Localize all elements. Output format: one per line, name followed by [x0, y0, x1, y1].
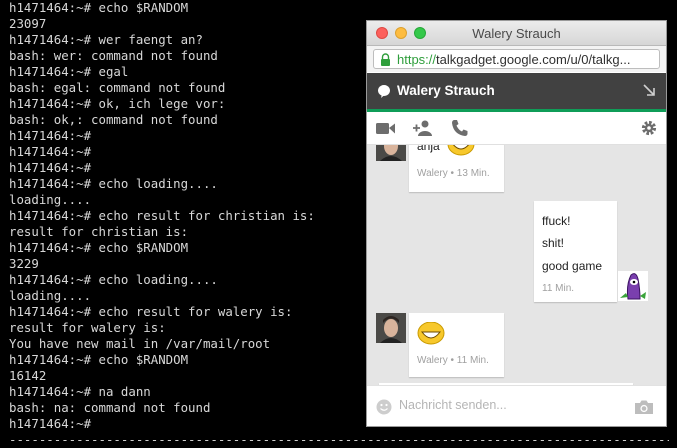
- message-text: good game: [542, 259, 603, 273]
- message-meta: 11 Min.: [542, 283, 575, 294]
- message-bubble-own: ffuck! shit! good game 11 Min.: [534, 201, 617, 302]
- terminal-line: h1471464:~# na dann: [9, 384, 151, 399]
- terminal-line: You have new mail in /var/mail/root: [9, 336, 271, 351]
- terminal-line: h1471464:~# ok, ich lege vor:: [9, 96, 226, 111]
- terminal-line: h1471464:~# egal: [9, 64, 129, 79]
- terminal-line: h1471464:~#: [9, 160, 92, 175]
- contact-name: Walery Strauch: [397, 83, 495, 98]
- smiley-emoji-icon: [447, 145, 475, 156]
- speech-bubble-icon: [378, 85, 391, 98]
- terminal-line: h1471464:~# wer faengt an?: [9, 32, 203, 47]
- add-person-icon[interactable]: [412, 118, 434, 138]
- terminal-line: loading....: [9, 288, 92, 303]
- message-text: ffuck!: [542, 214, 571, 228]
- video-call-icon[interactable]: [375, 118, 397, 138]
- purple-tentacle-avatar: [620, 273, 646, 300]
- url-scheme: https://: [397, 52, 437, 67]
- message-input-bar: [367, 385, 666, 426]
- camera-icon[interactable]: [634, 399, 654, 415]
- avatar: [376, 313, 406, 343]
- url-field[interactable]: https://talkgadget.google.com/u/0/talkg.…: [373, 49, 660, 69]
- terminal-line: h1471464:~#: [9, 128, 92, 143]
- terminal-line: h1471464:~# echo $RANDOM: [9, 240, 189, 255]
- chat-toolbar: [367, 112, 666, 145]
- avatar-photo: [376, 313, 406, 343]
- terminal-line: h1471464:~# echo $RANDOM: [9, 0, 189, 15]
- message-text: shit!: [542, 236, 565, 250]
- avatar: [376, 145, 406, 161]
- phone-icon[interactable]: [449, 118, 471, 138]
- terminal-line: result for walery is:: [9, 320, 166, 335]
- terminal-line: h1471464:~# echo $RANDOM: [9, 352, 189, 367]
- terminal-line: bash: na: command not found: [9, 400, 211, 415]
- terminal-line: 16142: [9, 368, 47, 383]
- terminal-line: h1471464:~# echo result for christian is…: [9, 208, 315, 223]
- avatar-photo: [376, 145, 406, 161]
- terminal-line: bash: egal: command not found: [9, 80, 226, 95]
- terminal-prompt-line: h1471464:~#: [9, 416, 92, 431]
- smiley-emoji-icon: [417, 322, 445, 345]
- url-bar: https://talkgadget.google.com/u/0/talkg.…: [367, 46, 666, 72]
- message-list[interactable]: anja Walery • 13 Min. ffuck! shit! good …: [367, 145, 666, 385]
- terminal-line: bash: wer: command not found: [9, 48, 218, 63]
- url-text: https://talkgadget.google.com/u/0/talkg.…: [397, 52, 630, 67]
- smiley-icon[interactable]: [376, 399, 392, 415]
- message-input[interactable]: [399, 398, 599, 412]
- window-title: Walery Strauch: [472, 26, 561, 41]
- terminal-line: result for christian is:: [9, 224, 189, 239]
- url-path: talkgadget.google.com/u/0/talkg...: [436, 52, 631, 67]
- hangouts-window[interactable]: Walery Strauch https://talkgadget.google…: [366, 20, 667, 427]
- terminal-line: 23097: [9, 16, 47, 31]
- terminal-line: h1471464:~# echo result for walery is:: [9, 304, 293, 319]
- window-titlebar[interactable]: Walery Strauch: [367, 21, 666, 46]
- own-avatar: [618, 271, 648, 301]
- terminal-line: h1471464:~#: [9, 144, 92, 159]
- message-meta: Walery • 11 Min.: [417, 355, 489, 366]
- terminal-line: 3229: [9, 256, 39, 271]
- terminal-line: loading....: [9, 192, 92, 207]
- chat-header: Walery Strauch: [367, 73, 666, 112]
- message-text: anja: [417, 145, 440, 153]
- message-bubble: Walery • 11 Min.: [409, 313, 504, 377]
- terminal-line: h1471464:~# echo loading....: [9, 272, 218, 287]
- terminal-line: bash: ok,: command not found: [9, 112, 218, 127]
- minimize-arrow-icon[interactable]: [642, 83, 656, 97]
- terminal-separator: ----------------------------------------…: [9, 432, 669, 447]
- message-meta: Walery • 13 Min.: [417, 168, 490, 179]
- message-bubble: anja Walery • 13 Min.: [409, 145, 504, 192]
- terminal-line: h1471464:~# echo loading....: [9, 176, 218, 191]
- lock-icon: [381, 53, 390, 66]
- gear-icon[interactable]: [638, 118, 660, 138]
